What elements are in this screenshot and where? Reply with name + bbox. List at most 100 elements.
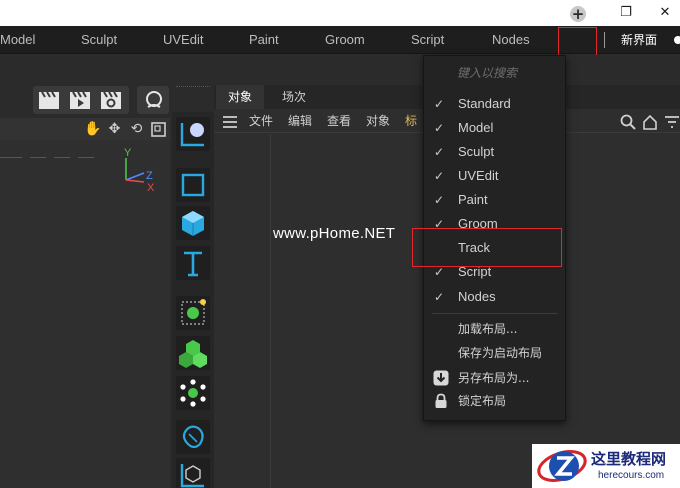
column-separator (270, 134, 271, 488)
layout-tab-paint[interactable]: Paint (249, 26, 279, 54)
layout-tab-groom[interactable]: Groom (325, 26, 365, 54)
dropdown-action-label: 锁定布局 (458, 394, 507, 408)
site-logo-url: herecours.com (598, 470, 665, 481)
layout-tab-nodes[interactable]: Nodes (492, 26, 530, 54)
dropdown-item-paint[interactable]: ✓ Paint (424, 188, 565, 212)
text-tool-button[interactable] (176, 246, 210, 280)
move-arrows-icon[interactable]: ✥ (106, 121, 123, 138)
tab-separator (604, 32, 605, 48)
dropdown-action-label: 保存为启动布局 (458, 346, 543, 360)
app-window: ❐ ✕ Model Sculpt UVEdit Paint Groom Scri… (0, 0, 680, 488)
axis-label-x: X (147, 182, 155, 194)
dropdown-item-model[interactable]: ✓ Model (424, 116, 565, 140)
field-tool-button[interactable] (176, 420, 210, 454)
layout-search-input[interactable]: 键入以搜索 (424, 60, 565, 86)
selection-tool-icon (180, 123, 204, 147)
checkmark-icon: ✓ (433, 193, 445, 207)
camera-object-button[interactable] (176, 458, 210, 488)
dropdown-action-lock-layout[interactable]: 锁定布局 (424, 389, 565, 413)
site-logo-title: 这里教程网 (591, 450, 667, 468)
cube-tool-button[interactable] (176, 206, 210, 240)
dropdown-action-save-startup-layout[interactable]: 保存为启动布局 (424, 341, 565, 365)
hamburger-menu-icon[interactable] (222, 114, 238, 128)
deformer-icon (180, 379, 206, 407)
axis-label-z: Z (146, 170, 153, 182)
download-icon (433, 370, 449, 386)
checkmark-icon: ✓ (433, 121, 445, 135)
checkmark-icon: ✓ (433, 290, 445, 304)
rotate-icon[interactable]: ⟲ (128, 121, 145, 138)
pan-hand-icon[interactable]: ✋ (84, 121, 101, 138)
dropdown-item-label: UVEdit (458, 168, 499, 183)
generator-icon (181, 299, 206, 325)
dropdown-item-label: Standard (458, 96, 511, 111)
lock-icon (435, 393, 447, 408)
cloner-icon (179, 340, 207, 368)
rectangle-tool-button[interactable] (176, 168, 210, 202)
menu-edit[interactable]: 编辑 (288, 109, 312, 133)
grid-line (0, 157, 22, 158)
clapper-icon[interactable] (37, 89, 61, 111)
dropdown-item-nodes[interactable]: ✓ Nodes (424, 285, 565, 309)
close-window-button[interactable]: ✕ (650, 0, 680, 26)
menu-file[interactable]: 文件 (249, 109, 273, 133)
dropdown-item-label: Nodes (458, 289, 496, 304)
status-dot (674, 36, 680, 44)
layout-tab-model[interactable]: Model (0, 26, 35, 54)
grid-line (30, 157, 46, 158)
checkmark-icon: ✓ (433, 97, 445, 111)
tab-objects[interactable]: 对象 (216, 85, 265, 109)
camera-icon (146, 91, 162, 108)
menu-object[interactable]: 对象 (366, 109, 390, 133)
maximize-view-icon[interactable] (150, 121, 167, 138)
generator-tool-button[interactable] (176, 296, 210, 330)
camera-object-icon (180, 464, 204, 488)
grid-line (54, 157, 70, 158)
dropdown-item-standard[interactable]: ✓ Standard (424, 92, 565, 116)
render-settings-icon[interactable] (99, 89, 123, 111)
selection-tool-button[interactable] (176, 117, 210, 151)
deformer-tool-button[interactable] (176, 376, 210, 410)
restore-window-button[interactable]: ❐ (611, 0, 641, 26)
restore-icon: ❐ (620, 5, 632, 20)
toolbar-grip (176, 86, 210, 92)
cloner-tool-button[interactable] (176, 336, 210, 370)
checkmark-icon: ✓ (433, 169, 445, 183)
camera-button[interactable] (137, 86, 169, 114)
add-layout-button[interactable]: + (565, 4, 590, 25)
new-layout-label[interactable]: 新界面 (621, 26, 657, 54)
layout-tab-uvedit[interactable]: UVEdit (163, 26, 203, 54)
home-icon[interactable] (642, 114, 658, 130)
close-icon: ✕ (659, 5, 671, 20)
checkmark-icon: ✓ (433, 145, 445, 159)
highlight-box-track (412, 228, 562, 267)
site-logo-mark (537, 450, 587, 482)
dropdown-separator (432, 313, 558, 314)
filter-icon[interactable] (664, 114, 680, 130)
grid-line (78, 157, 94, 158)
axis-label-y: Y (124, 147, 132, 159)
cube-icon (182, 211, 204, 236)
plus-icon: + (570, 5, 586, 23)
field-icon (182, 425, 204, 449)
dropdown-action-load-layout[interactable]: 加载布局... (424, 317, 565, 341)
menu-view[interactable]: 查看 (327, 109, 351, 133)
dropdown-item-label: Model (458, 120, 494, 135)
layout-tab-script[interactable]: Script (411, 26, 444, 54)
dropdown-action-label: 加载布局... (458, 322, 518, 336)
search-icon[interactable] (620, 114, 636, 130)
dropdown-item-sculpt[interactable]: ✓ Sculpt (424, 140, 565, 164)
dropdown-item-uvedit[interactable]: ✓ UVEdit (424, 164, 565, 188)
layout-tab-sculpt[interactable]: Sculpt (81, 26, 117, 54)
dropdown-action-save-layout-as[interactable]: 另存布局为... (424, 366, 565, 390)
rectangle-icon (181, 173, 205, 197)
dropdown-item-label: Paint (458, 192, 488, 207)
render-button-group (33, 86, 129, 114)
site-watermark: www.pHome.NET (273, 225, 396, 242)
text-tool-icon (184, 251, 202, 277)
dropdown-item-label: Sculpt (458, 144, 495, 159)
menu-tags[interactable]: 标 (405, 109, 417, 133)
tab-takes[interactable]: 场次 (270, 85, 318, 109)
render-play-icon[interactable] (68, 89, 92, 111)
dropdown-action-label: 另存布局为... (458, 371, 530, 385)
